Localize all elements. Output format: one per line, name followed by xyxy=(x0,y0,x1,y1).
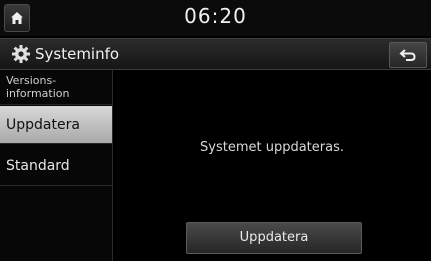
sidebar-item-label: Standard xyxy=(6,158,70,174)
sidebar-menu: Versions- information Uppdatera Standard xyxy=(0,70,113,261)
sidebar-item-version-information[interactable]: Versions- information xyxy=(0,70,112,105)
back-button[interactable] xyxy=(389,42,427,68)
clock: 06:20 xyxy=(184,4,247,28)
sidebar-item-label: Uppdatera xyxy=(6,117,80,133)
back-arrow-icon xyxy=(399,49,416,61)
update-button[interactable]: Uppdatera xyxy=(186,222,362,254)
status-bar: 06:20 xyxy=(0,0,431,36)
sidebar-item-default[interactable]: Standard xyxy=(0,146,112,186)
page-title: Systeminfo xyxy=(35,45,120,63)
status-message: Systemet uppdateras. xyxy=(200,140,344,155)
gear-icon xyxy=(12,45,30,63)
title-bar: Systeminfo xyxy=(0,38,431,70)
sidebar-item-label: Versions- information xyxy=(6,74,70,100)
main-content: Systemet uppdateras. Uppdatera xyxy=(113,70,431,261)
screen: 06:20 Systeminfo Versions- information U… xyxy=(0,0,431,261)
sidebar-item-update[interactable]: Uppdatera xyxy=(0,106,112,144)
